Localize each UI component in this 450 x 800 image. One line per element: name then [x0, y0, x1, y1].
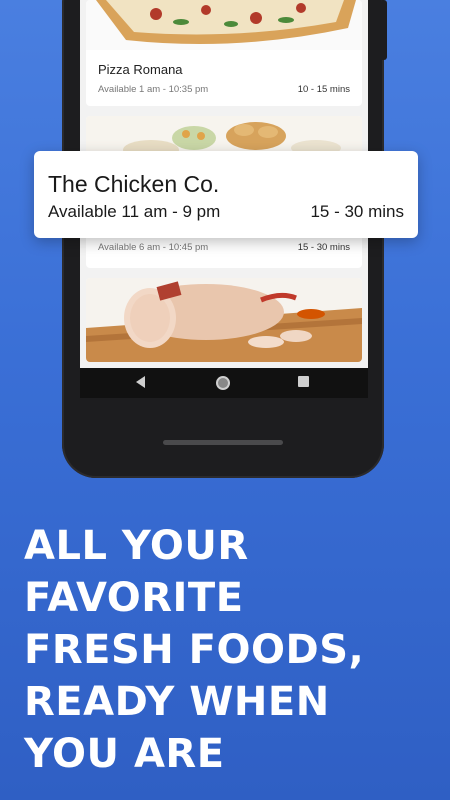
restaurant-wait-time: 10 - 15 mins — [297, 84, 350, 95]
restaurant-card-pizza-romana[interactable]: Pizza Romana Available 1 am - 10:35 pm 1… — [86, 0, 362, 106]
headline-line: FRESH FOODS, — [24, 627, 365, 673]
android-nav-bar — [80, 368, 368, 398]
headline-line: FAVORITE — [24, 575, 244, 621]
promo-headline: ALL YOUR FAVORITE FRESH FOODS, READY WHE… — [24, 520, 434, 780]
back-icon[interactable] — [136, 376, 145, 388]
home-icon[interactable] — [216, 376, 230, 390]
pizza-image — [86, 0, 362, 50]
featured-restaurant-wait-time: 15 - 30 mins — [310, 202, 404, 221]
phone-side-button — [382, 0, 387, 60]
headline-line: READY WHEN — [24, 679, 330, 725]
headline-line: YOU ARE — [24, 731, 225, 777]
featured-restaurant-card[interactable]: The Chicken Co. Available 11 am - 9 pm 1… — [34, 151, 418, 238]
restaurant-availability: Available 1 am - 10:35 pm — [98, 84, 209, 95]
headline-line: ALL YOUR — [24, 523, 249, 569]
restaurant-availability: Available 6 am - 10:45 pm — [98, 242, 209, 253]
featured-restaurant-name: The Chicken Co. — [48, 171, 220, 197]
featured-restaurant-availability: Available 11 am - 9 pm — [48, 202, 221, 221]
chicken-platter-image — [86, 116, 362, 160]
restaurant-name: Pizza Romana — [98, 62, 183, 77]
restaurant-card-deli[interactable] — [86, 278, 362, 362]
phone-speaker — [163, 440, 283, 445]
restaurant-wait-time: 15 - 30 mins — [297, 242, 350, 253]
deli-turkey-image — [86, 278, 362, 362]
recent-apps-icon[interactable] — [298, 376, 309, 387]
